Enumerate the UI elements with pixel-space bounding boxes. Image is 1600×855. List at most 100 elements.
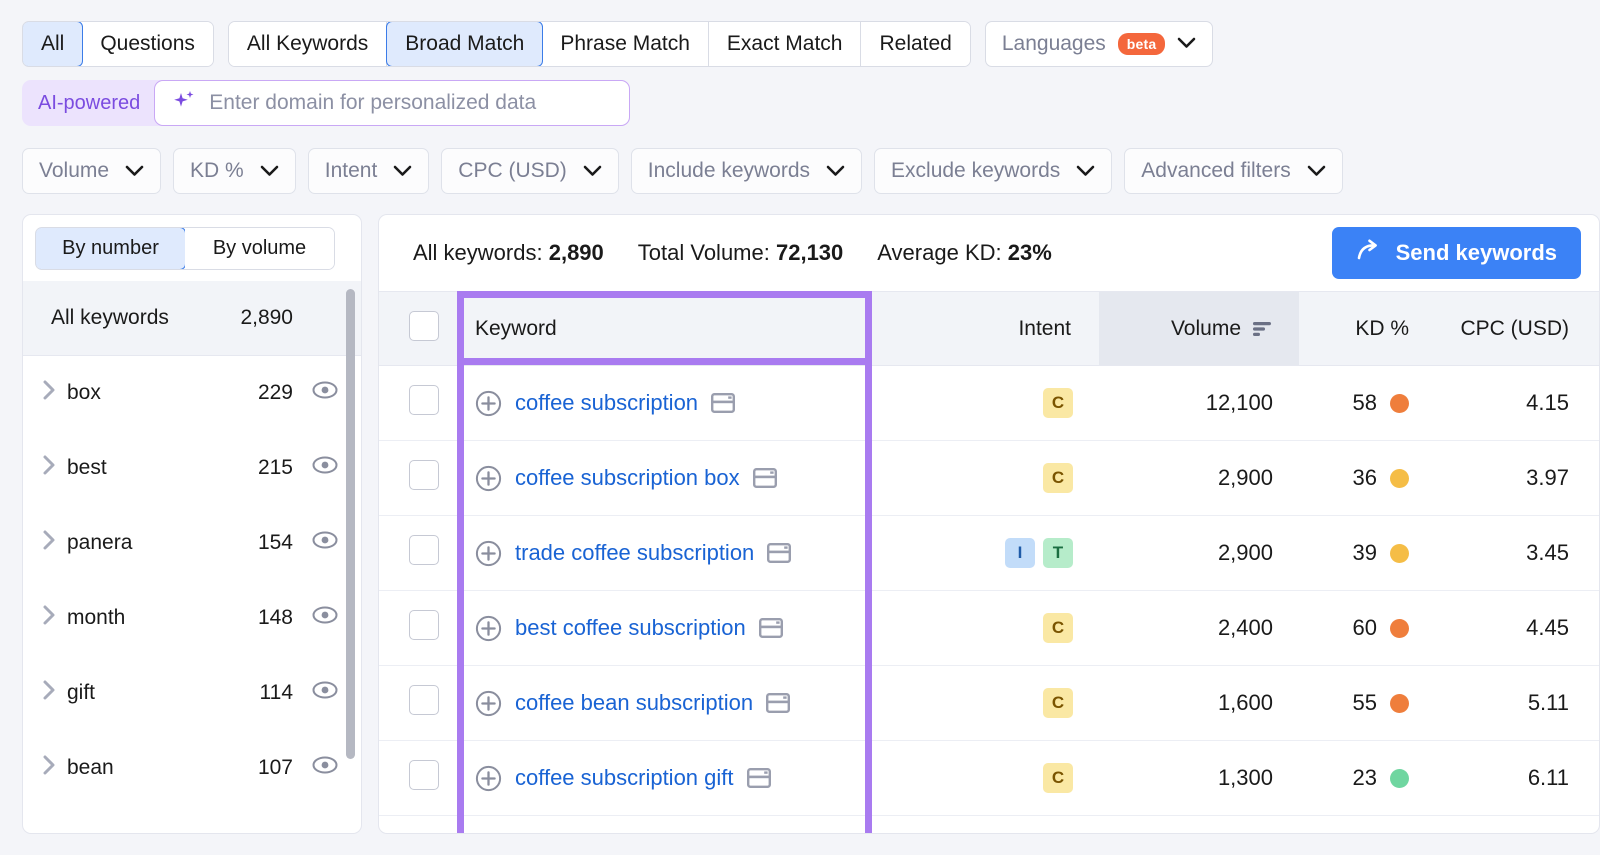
sidebar-item-label: panera: [67, 531, 258, 555]
tab-exact-match[interactable]: Exact Match: [709, 22, 862, 66]
row-checkbox[interactable]: [409, 685, 439, 715]
tab-broad-match[interactable]: Broad Match: [386, 21, 543, 67]
tab-all-keywords[interactable]: All Keywords: [229, 22, 387, 66]
keyword-link[interactable]: coffee bean subscription: [515, 690, 753, 716]
eye-icon[interactable]: [293, 601, 339, 635]
serp-features-icon[interactable]: [753, 467, 777, 489]
column-header-intent[interactable]: Intent: [969, 292, 1099, 366]
ai-domain-row: AI-powered Enter domain for personalized…: [22, 80, 630, 126]
keyword-cell: [453, 816, 969, 835]
add-keyword-icon[interactable]: [475, 465, 502, 492]
filter-label: KD %: [190, 159, 244, 183]
tab-related[interactable]: Related: [861, 22, 969, 66]
filter-cpc-usd-[interactable]: CPC (USD): [441, 148, 619, 194]
expand-caret-icon[interactable]: [41, 529, 67, 557]
keyword-group-list[interactable]: All keywords 2,890 box229best215panera15…: [23, 281, 361, 833]
column-header-keyword[interactable]: Keyword: [453, 292, 969, 366]
keyword-link[interactable]: coffee subscription box: [515, 465, 740, 491]
expand-caret-icon[interactable]: [41, 604, 67, 632]
eye-icon[interactable]: [293, 376, 339, 410]
kd-cell: [1299, 816, 1439, 835]
eye-icon[interactable]: [293, 526, 339, 560]
row-checkbox[interactable]: [409, 535, 439, 565]
top-tab-bar: AllQuestions All KeywordsBroad MatchPhra…: [0, 0, 1600, 72]
eye-icon[interactable]: [293, 751, 339, 785]
row-checkbox[interactable]: [409, 460, 439, 490]
table-row[interactable]: coffee subscription giftC1,300236.11: [379, 741, 1599, 816]
tab-questions[interactable]: Questions: [82, 22, 213, 66]
languages-dropdown[interactable]: Languages beta: [985, 21, 1214, 67]
volume-cell: 1,600: [1099, 666, 1299, 741]
tab-phrase-match[interactable]: Phrase Match: [542, 22, 709, 66]
sidebar-item-all-keywords[interactable]: All keywords 2,890: [23, 281, 361, 356]
table-row[interactable]: [379, 816, 1599, 835]
column-header-kd[interactable]: KD %: [1299, 292, 1439, 366]
filter-label: Exclude keywords: [891, 159, 1060, 183]
sidebar-item-gift[interactable]: gift114: [23, 656, 361, 731]
intent-cell: C: [969, 741, 1099, 816]
intent-badge-T: T: [1043, 538, 1073, 568]
filter-intent[interactable]: Intent: [308, 148, 430, 194]
table-row[interactable]: coffee subscription boxC2,900363.97: [379, 441, 1599, 516]
tab-group-question-type: AllQuestions: [22, 21, 214, 67]
select-all-header: [379, 292, 453, 366]
filter-exclude-keywords[interactable]: Exclude keywords: [874, 148, 1112, 194]
sidebar-item-box[interactable]: box229: [23, 356, 361, 431]
column-header-cpc[interactable]: CPC (USD): [1439, 292, 1599, 366]
table-row[interactable]: trade coffee subscriptionIT2,900393.45: [379, 516, 1599, 591]
keyword-cell: best coffee subscription: [453, 591, 969, 666]
row-checkbox[interactable]: [409, 385, 439, 415]
keyword-cell: coffee subscription gift: [453, 741, 969, 816]
add-keyword-icon[interactable]: [475, 690, 502, 717]
intent-cell: IT: [969, 516, 1099, 591]
sidebar-item-month[interactable]: month148: [23, 581, 361, 656]
toggle-by-volume[interactable]: By volume: [185, 228, 334, 269]
add-keyword-icon[interactable]: [475, 765, 502, 792]
eye-icon[interactable]: [293, 451, 339, 485]
volume-cell: 1,300: [1099, 741, 1299, 816]
filter-include-keywords[interactable]: Include keywords: [631, 148, 862, 194]
serp-features-icon[interactable]: [747, 767, 771, 789]
row-checkbox[interactable]: [409, 760, 439, 790]
select-all-checkbox[interactable]: [409, 311, 439, 341]
domain-input[interactable]: Enter domain for personalized data: [154, 80, 630, 126]
serp-features-icon[interactable]: [711, 392, 735, 414]
add-keyword-icon[interactable]: [475, 615, 502, 642]
keywords-panel: All keywords: 2,890 Total Volume: 72,130…: [378, 214, 1600, 834]
keyword-link[interactable]: coffee subscription: [515, 390, 698, 416]
keyword-link[interactable]: coffee subscription gift: [515, 765, 734, 791]
serp-features-icon[interactable]: [759, 617, 783, 639]
filter-kd-[interactable]: KD %: [173, 148, 296, 194]
expand-caret-icon[interactable]: [41, 454, 67, 482]
serp-features-icon[interactable]: [767, 542, 791, 564]
column-header-volume[interactable]: Volume: [1099, 292, 1299, 366]
expand-caret-icon[interactable]: [41, 379, 67, 407]
share-arrow-icon: [1356, 237, 1382, 269]
serp-features-icon[interactable]: [766, 692, 790, 714]
table-row[interactable]: coffee bean subscriptionC1,600555.11: [379, 666, 1599, 741]
row-checkbox[interactable]: [409, 610, 439, 640]
column-header-volume-label: Volume: [1171, 317, 1241, 341]
kd-cell: 23: [1299, 741, 1439, 816]
table-row[interactable]: best coffee subscriptionC2,400604.45: [379, 591, 1599, 666]
sidebar-scrollbar[interactable]: [346, 289, 355, 759]
intent-badge-C: C: [1043, 688, 1073, 718]
sidebar-item-best[interactable]: best215: [23, 431, 361, 506]
eye-icon[interactable]: [293, 676, 339, 710]
keyword-link[interactable]: trade coffee subscription: [515, 540, 754, 566]
send-keywords-button[interactable]: Send keywords: [1332, 227, 1581, 279]
keyword-link[interactable]: best coffee subscription: [515, 615, 746, 641]
filter-advanced-filters[interactable]: Advanced filters: [1124, 148, 1342, 194]
sidebar-item-bean[interactable]: bean107: [23, 731, 361, 806]
cpc-cell: 3.45: [1439, 516, 1599, 591]
row-select-cell: [379, 666, 453, 741]
tab-all[interactable]: All: [22, 21, 83, 67]
add-keyword-icon[interactable]: [475, 390, 502, 417]
expand-caret-icon[interactable]: [41, 754, 67, 782]
table-row[interactable]: coffee subscriptionC12,100584.15: [379, 366, 1599, 441]
sidebar-item-panera[interactable]: panera154: [23, 506, 361, 581]
add-keyword-icon[interactable]: [475, 540, 502, 567]
toggle-by-number[interactable]: By number: [35, 227, 186, 270]
filter-volume[interactable]: Volume: [22, 148, 161, 194]
expand-caret-icon[interactable]: [41, 679, 67, 707]
